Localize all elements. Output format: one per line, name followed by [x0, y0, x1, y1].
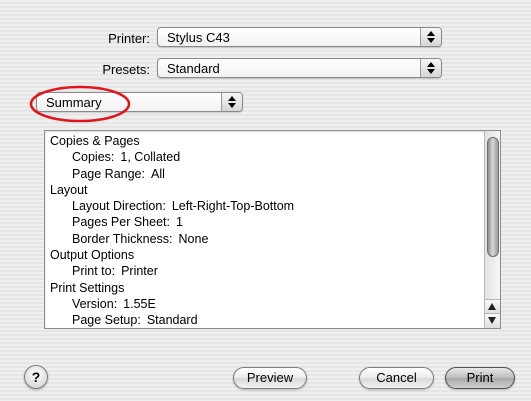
summary-line-label: Version:: [72, 296, 118, 311]
summary-line-label: Page Setup:: [72, 313, 141, 328]
presets-popup-value: Standard: [167, 61, 220, 76]
scroll-up-button[interactable]: [485, 299, 500, 314]
summary-line: Page Range: All: [50, 166, 480, 182]
printer-popup[interactable]: Stylus C43: [157, 27, 442, 47]
presets-label: Presets:: [102, 62, 150, 77]
summary-line: Copies: 1, Collated: [50, 149, 480, 165]
summary-line: Print Settings: [50, 280, 480, 296]
summary-line-value: All: [150, 166, 165, 181]
summary-line-label: Copies:: [72, 150, 115, 165]
summary-line-label: Print to:: [72, 264, 116, 279]
summary-line-label: Layout: [50, 182, 88, 197]
summary-line: Print to: Printer: [50, 263, 480, 279]
summary-line: Layout Direction: Left-Right-Top-Bottom: [50, 198, 480, 214]
help-button[interactable]: ?: [24, 365, 48, 389]
summary-line-label: Page Range:: [72, 166, 145, 181]
summary-line-label: Print Settings: [50, 280, 125, 295]
summary-line: Output Options: [50, 247, 480, 263]
presets-popup[interactable]: Standard: [157, 58, 442, 78]
summary-line-value: Printer: [121, 264, 158, 279]
preview-button[interactable]: Preview: [233, 367, 307, 389]
up-down-arrows-icon: [221, 93, 242, 111]
up-down-arrows-icon: [420, 59, 441, 77]
scroll-up-arrow-icon: [488, 303, 496, 310]
panel-popup[interactable]: Summary: [36, 92, 243, 112]
summary-line: Page Setup: Standard: [50, 312, 480, 328]
print-button[interactable]: Print: [445, 367, 515, 389]
summary-line-label: Border Thickness:: [72, 231, 173, 246]
summary-line: Layout: [50, 182, 480, 198]
summary-line-value: Standard: [146, 313, 198, 328]
up-down-arrows-icon: [420, 28, 441, 46]
summary-line-label: Copies & Pages: [50, 134, 140, 148]
summary-line-label: Output Options: [50, 248, 135, 263]
summary-line: Border Thickness: None: [50, 231, 480, 247]
summary-line-value: Left-Right-Top-Bottom: [171, 199, 295, 214]
cancel-button[interactable]: Cancel: [359, 367, 434, 389]
summary-line-value: None: [178, 231, 209, 246]
summary-line: Copies & Pages: [50, 133, 480, 149]
summary-line: Pages Per Sheet: 1: [50, 214, 480, 230]
printer-label: Printer:: [108, 31, 150, 46]
summary-line-value: 1: [175, 215, 183, 230]
summary-content: Copies & Pages Copies: 1, Collated Page Ran…: [50, 133, 480, 328]
vertical-scrollbar[interactable]: [484, 131, 500, 328]
summary-list[interactable]: Copies & Pages Copies: 1, Collated Page Ran…: [44, 130, 501, 329]
printer-popup-value: Stylus C43: [167, 30, 230, 45]
panel-popup-value: Summary: [46, 95, 102, 110]
summary-line-value: 1, Collated: [120, 150, 181, 165]
summary-line-label: Layout Direction:: [72, 199, 166, 214]
summary-line-label: Pages Per Sheet:: [72, 215, 170, 230]
summary-line: Version: 1.55E: [50, 296, 480, 312]
scroll-thumb[interactable]: [487, 137, 499, 257]
scroll-down-button[interactable]: [485, 313, 500, 328]
scroll-down-arrow-icon: [488, 317, 496, 324]
summary-line-value: 1.55E: [123, 296, 156, 311]
